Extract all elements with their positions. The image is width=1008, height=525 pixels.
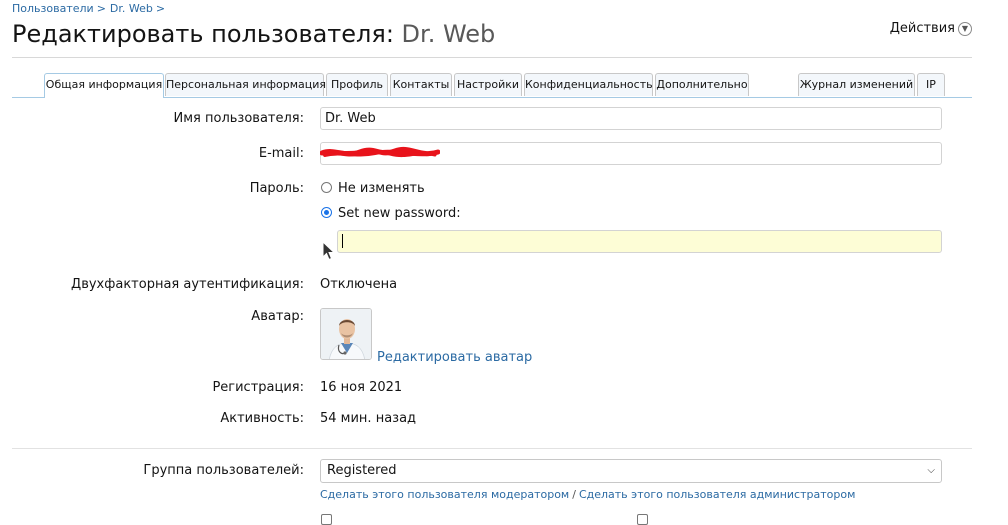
password-label: Пароль: [249, 181, 304, 196]
page-title: Редактировать пользователя: Dr. Web [12, 20, 495, 48]
user-group-selected-value: Registered [327, 463, 397, 478]
email-redaction-scribble [320, 146, 440, 158]
page-title-prefix: Редактировать пользователя: [12, 20, 394, 48]
text-caret [342, 233, 343, 248]
password-keep-label[interactable]: Не изменять [338, 181, 425, 196]
avatar-label: Аватар: [251, 309, 304, 324]
tab-change-log[interactable]: Журнал изменений [798, 73, 915, 96]
activity-label: Активность: [220, 411, 304, 426]
tab-personal-info[interactable]: Персональная информация [165, 73, 326, 96]
user-group-select[interactable]: Registered ⌵ [320, 459, 942, 483]
actions-menu-button[interactable]: Действия ▼ [890, 21, 972, 36]
edit-avatar-link[interactable]: Редактировать аватар [377, 350, 532, 365]
registration-label: Регистрация: [212, 380, 304, 395]
chevron-down-icon: ⌵ [927, 465, 935, 476]
tab-ip[interactable]: IP [917, 73, 945, 96]
actions-label: Действия [889, 21, 955, 36]
registration-value: 16 ноя 2021 [320, 380, 403, 395]
breadcrumb-separator: > [96, 2, 106, 15]
mouse-pointer-icon [322, 241, 336, 261]
bottom-checkbox[interactable] [321, 514, 332, 525]
group-action-links: Сделать этого пользователя модератором / С… [320, 488, 855, 501]
breadcrumb-users-link[interactable]: Пользователи [12, 2, 94, 15]
make-admin-link[interactable]: Сделать этого пользователя администратор… [579, 488, 855, 501]
breadcrumb-separator: > [155, 2, 166, 15]
tab-general-info[interactable]: Общая информация [44, 73, 164, 98]
password-new-label[interactable]: Set new password: [338, 206, 461, 221]
tab-additional[interactable]: Дополнительно [655, 73, 749, 96]
avatar-doctor-image [321, 309, 371, 359]
password-keep-radio[interactable] [321, 182, 332, 193]
title-divider [12, 57, 972, 58]
avatar[interactable] [320, 308, 372, 360]
password-new-radio[interactable] [321, 207, 332, 218]
new-password-input[interactable] [337, 230, 942, 253]
tab-profile[interactable]: Профиль [326, 73, 388, 96]
chevron-down-icon: ▼ [958, 21, 972, 36]
breadcrumb-user-link[interactable]: Dr. Web [110, 2, 153, 15]
page-title-username: Dr. Web [401, 20, 496, 48]
username-label: Имя пользователя: [173, 111, 304, 126]
user-group-label: Группа пользователей: [143, 463, 304, 478]
breadcrumb: Пользователи > Dr. Web > [12, 2, 169, 15]
links-separator: / [572, 488, 576, 501]
bottom-checkbox[interactable] [637, 514, 648, 525]
twofa-label: Двухфакторная аутентификация: [71, 277, 304, 292]
tab-contacts[interactable]: Контакты [390, 73, 452, 96]
email-label: E-mail: [258, 146, 304, 161]
tab-settings[interactable]: Настройки [454, 73, 522, 96]
twofa-value: Отключена [320, 277, 398, 292]
tab-privacy[interactable]: Конфиденциальность [524, 73, 653, 96]
activity-value: 54 мин. назад [320, 411, 417, 426]
tab-bar: Общая информация Персональная информация… [12, 73, 972, 98]
section-divider [12, 448, 972, 449]
username-input[interactable] [320, 107, 942, 130]
make-moderator-link[interactable]: Сделать этого пользователя модератором [320, 488, 569, 501]
